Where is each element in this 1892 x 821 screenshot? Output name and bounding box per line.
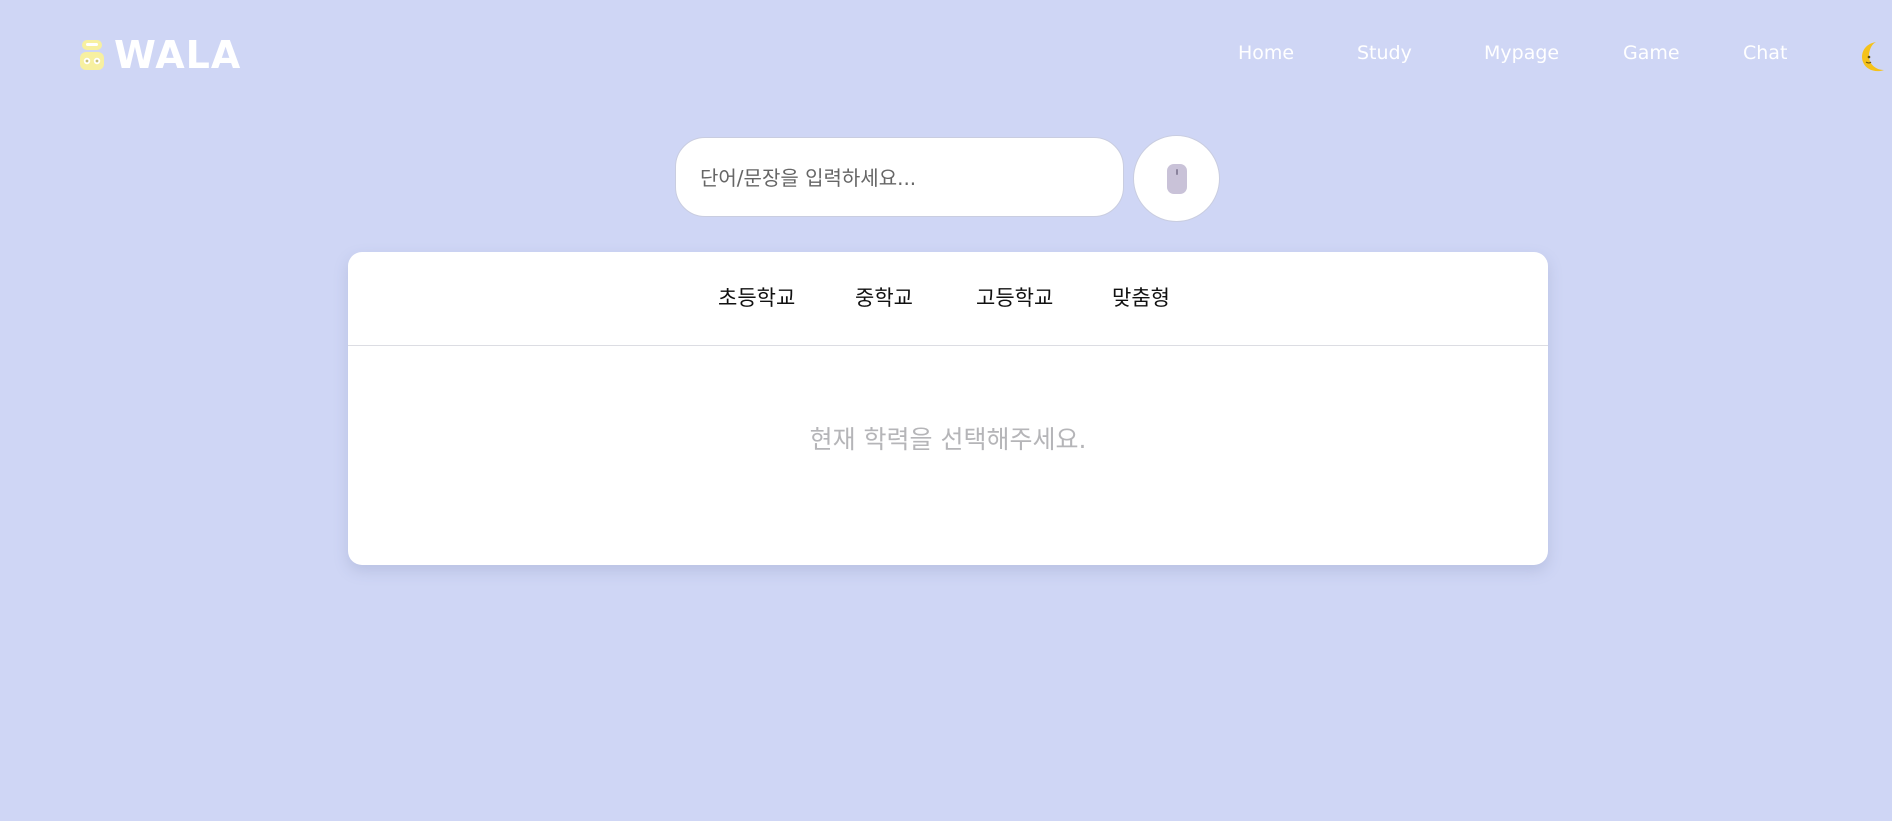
- nav-study[interactable]: Study: [1357, 42, 1412, 64]
- search-box: [675, 137, 1124, 218]
- moon-icon[interactable]: [1856, 40, 1886, 74]
- robot-icon: [80, 40, 104, 70]
- level-card: 초등학교 중학교 고등학교 맞춤형 현재 학력을 선택해주세요.: [348, 252, 1548, 565]
- nav-chat[interactable]: Chat: [1743, 42, 1787, 64]
- nav-game[interactable]: Game: [1623, 42, 1680, 64]
- tab-middle[interactable]: 중학교: [855, 282, 913, 312]
- nav-mypage[interactable]: Mypage: [1484, 42, 1559, 64]
- voice-input-button[interactable]: [1133, 135, 1220, 222]
- logo-text: WALA: [114, 33, 242, 77]
- tab-custom[interactable]: 맞춤형: [1112, 282, 1170, 312]
- logo[interactable]: WALA: [78, 36, 241, 74]
- app-header: WALA Home Study Mypage Game Chat: [0, 0, 1892, 110]
- tab-elementary[interactable]: 초등학교: [718, 282, 795, 312]
- level-tabs: 초등학교 중학교 고등학교 맞춤형: [348, 252, 1548, 346]
- nav-home[interactable]: Home: [1238, 42, 1294, 64]
- tab-high[interactable]: 고등학교: [976, 282, 1053, 312]
- empty-state-message: 현재 학력을 선택해주세요.: [809, 425, 1087, 454]
- microphone-icon: [1167, 164, 1187, 194]
- search-input[interactable]: [698, 138, 1102, 218]
